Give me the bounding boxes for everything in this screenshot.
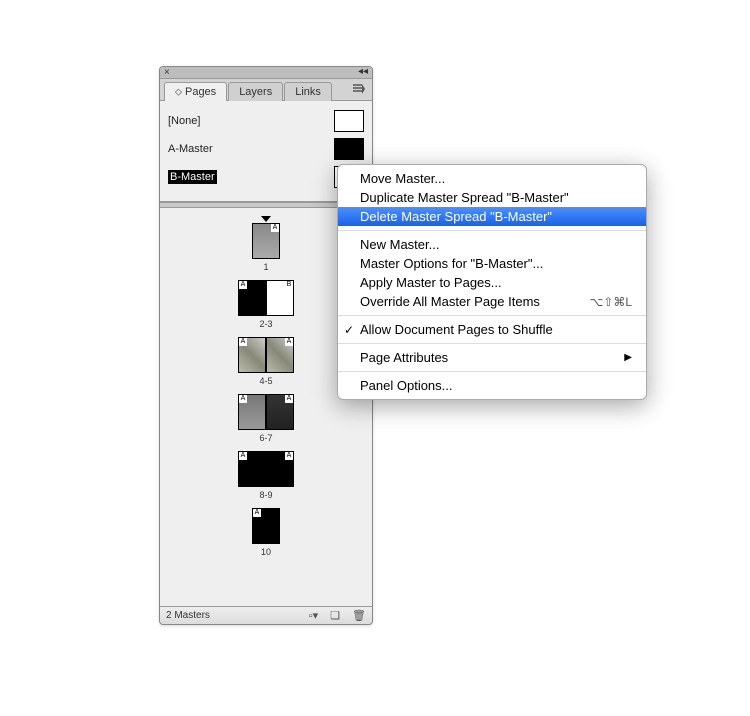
menu-label: Apply Master to Pages...	[360, 275, 502, 290]
master-label: B-Master	[168, 170, 217, 184]
spread-10[interactable]: A 10	[160, 508, 372, 557]
menu-override-all[interactable]: Override All Master Page Items ⌥⇧⌘L	[338, 292, 646, 311]
master-badge: A	[239, 338, 247, 346]
page-thumb[interactable]: A	[238, 280, 266, 316]
tab-pages[interactable]: ◇ Pages	[164, 82, 227, 101]
page-number: 4-5	[259, 376, 272, 386]
menu-apply-master[interactable]: Apply Master to Pages...	[338, 273, 646, 292]
master-badge: A	[239, 395, 247, 403]
menu-separator	[338, 371, 646, 372]
page-number: 8-9	[259, 490, 272, 500]
menu-label: Page Attributes	[360, 350, 448, 365]
menu-label: Master Options for "B-Master"...	[360, 256, 543, 271]
master-thumb-a[interactable]	[334, 138, 364, 160]
menu-move-master[interactable]: Move Master...	[338, 169, 646, 188]
page-thumb[interactable]: A	[252, 223, 280, 259]
panel-header[interactable]: × ◂◂	[160, 67, 372, 79]
page-thumb[interactable]: A	[252, 508, 280, 544]
page-thumb[interactable]: A	[266, 337, 294, 373]
master-label: [None]	[168, 115, 200, 127]
master-row-b[interactable]: B-Master	[168, 163, 364, 191]
master-badge: A	[239, 281, 247, 289]
panel-menu-button[interactable]	[352, 83, 366, 95]
menu-page-attributes[interactable]: Page Attributes ▶	[338, 348, 646, 367]
master-row-a[interactable]: A-Master	[168, 135, 364, 163]
new-page-button-icon[interactable]: ❏	[330, 609, 340, 622]
section-start-icon	[261, 216, 271, 222]
tab-layers[interactable]: Layers	[228, 82, 283, 101]
menu-label: Delete Master Spread "B-Master"	[360, 209, 552, 224]
menu-label: Allow Document Pages to Shuffle	[360, 322, 553, 337]
tab-label: Layers	[239, 86, 272, 98]
submenu-arrow-icon: ▶	[624, 352, 632, 363]
master-badge: A	[285, 338, 293, 346]
menu-label: Move Master...	[360, 171, 445, 186]
menu-label: Panel Options...	[360, 378, 453, 393]
page-number: 10	[261, 547, 271, 557]
master-badge: A	[239, 452, 247, 460]
menu-duplicate-master[interactable]: Duplicate Master Spread "B-Master"	[338, 188, 646, 207]
tab-label: Links	[295, 86, 321, 98]
menu-allow-shuffle[interactable]: ✓ Allow Document Pages to Shuffle	[338, 320, 646, 339]
spread-8-9[interactable]: A A 8-9	[160, 451, 372, 500]
collapse-icon[interactable]: ◂◂	[358, 66, 368, 77]
master-thumb-none[interactable]	[334, 110, 364, 132]
page-number: 1	[263, 262, 268, 272]
menu-separator	[338, 230, 646, 231]
menu-separator	[338, 343, 646, 344]
footer-status: 2 Masters	[166, 610, 210, 621]
menu-label: Override All Master Page Items	[360, 294, 540, 309]
menu-label: New Master...	[360, 237, 439, 252]
check-icon: ✓	[344, 323, 354, 337]
new-page-icon[interactable]: ▫▾	[309, 609, 318, 622]
master-row-none[interactable]: [None]	[168, 107, 364, 135]
master-badge: B	[285, 281, 293, 289]
page-thumb[interactable]: A	[238, 394, 266, 430]
spread-6-7[interactable]: A A 6-7	[160, 394, 372, 443]
master-badge: A	[271, 224, 279, 232]
master-badge: A	[285, 395, 293, 403]
menu-master-options[interactable]: Master Options for "B-Master"...	[338, 254, 646, 273]
menu-label: Duplicate Master Spread "B-Master"	[360, 190, 569, 205]
context-menu: Move Master... Duplicate Master Spread "…	[337, 164, 647, 400]
trash-icon[interactable]: 🗑	[352, 609, 366, 622]
page-thumb[interactable]: A	[238, 451, 266, 487]
menu-separator	[338, 315, 646, 316]
tab-links[interactable]: Links	[284, 82, 332, 101]
tab-sort-icon: ◇	[175, 87, 182, 97]
panel-tabs: ◇ Pages Layers Links	[160, 79, 372, 101]
menu-shortcut: ⌥⇧⌘L	[589, 295, 632, 309]
master-badge: A	[285, 452, 293, 460]
page-number: 2-3	[259, 319, 272, 329]
master-label: A-Master	[168, 143, 213, 155]
panel-footer: 2 Masters ▫▾ ❏ 🗑	[160, 606, 372, 624]
page-thumb[interactable]: A	[266, 451, 294, 487]
page-thumb[interactable]: A	[238, 337, 266, 373]
tab-label: Pages	[185, 86, 216, 98]
menu-delete-master[interactable]: Delete Master Spread "B-Master"	[338, 207, 646, 226]
close-icon[interactable]: ×	[164, 67, 170, 78]
page-number: 6-7	[259, 433, 272, 443]
page-thumb[interactable]: B	[266, 280, 294, 316]
master-badge: A	[253, 509, 261, 517]
page-thumb[interactable]: A	[266, 394, 294, 430]
menu-panel-options[interactable]: Panel Options...	[338, 376, 646, 395]
menu-new-master[interactable]: New Master...	[338, 235, 646, 254]
